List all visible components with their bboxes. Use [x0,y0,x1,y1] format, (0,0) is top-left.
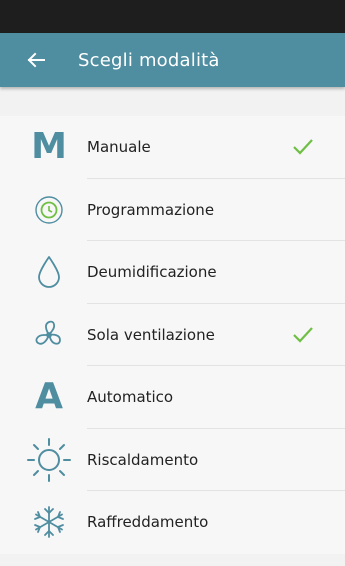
mode-label: Automatico [87,388,174,407]
mode-item-sola-ventilazione[interactable]: Sola ventilazione [0,304,345,367]
mode-item-programmazione[interactable]: Programmazione [0,179,345,242]
fan-icon [35,320,61,345]
letter-m-icon: M [31,126,67,168]
mode-label: Deumidificazione [87,263,217,282]
mode-label: Manuale [87,138,151,157]
app-bar: Scegli modalità [0,33,345,87]
mode-item-manuale[interactable]: M Manuale [0,116,345,179]
mode-label: Programmazione [87,200,215,219]
check-icon [293,139,313,155]
mode-item-riscaldamento[interactable]: Riscaldamento [0,429,345,492]
check-icon [293,327,313,343]
mode-label: Sola ventilazione [87,325,215,344]
sun-icon [27,437,71,482]
arrow-left-icon [27,52,45,68]
mode-label: Raffreddamento [87,513,209,532]
clock-icon [35,196,63,224]
mode-item-raffreddamento[interactable]: Raffreddamento [0,491,345,554]
back-button[interactable] [12,33,60,87]
letter-a-icon: A [35,376,63,418]
mode-item-deumidificazione[interactable]: Deumidificazione [0,241,345,304]
mode-label: Riscaldamento [87,450,199,469]
water-drop-icon [38,256,60,289]
page-title: Scegli modalità [78,49,220,71]
snowflake-icon [34,506,64,539]
app-screen: Scegli modalità M Manuale Programmazione [0,0,345,566]
status-bar [0,0,345,33]
mode-list: M Manuale Programmazione Deumidificazion… [0,116,345,554]
mode-item-automatico[interactable]: A Automatico [0,366,345,429]
